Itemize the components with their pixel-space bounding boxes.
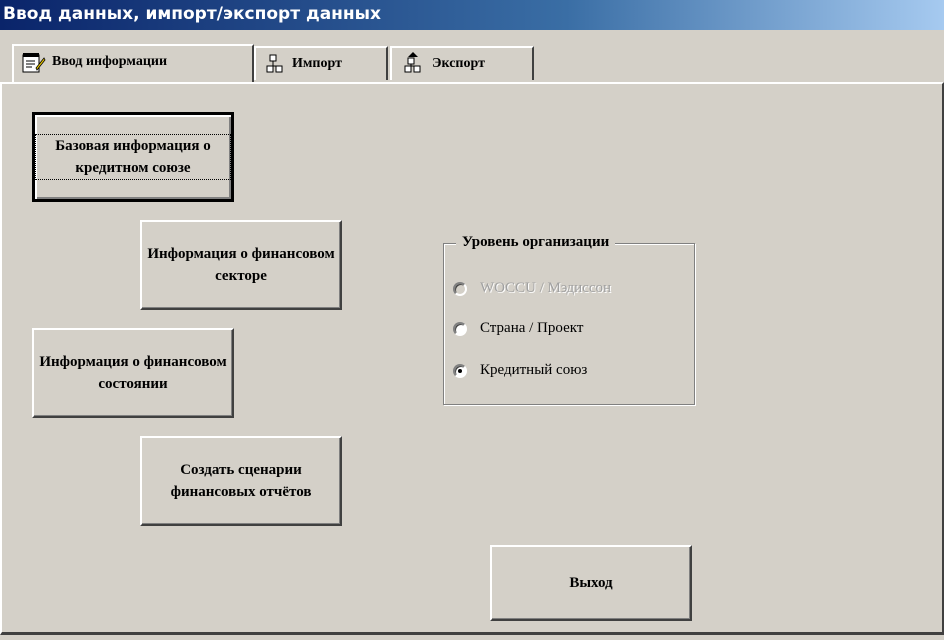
tab-export[interactable]: Экспорт <box>390 46 534 80</box>
radio-selected-dot <box>458 368 462 373</box>
tab-data-entry[interactable]: Ввод информации <box>12 44 254 82</box>
title-bar: Ввод данных, импорт/экспорт данных <box>0 0 944 30</box>
radio-credit-union[interactable]: Кредитный союз <box>453 362 587 379</box>
financial-state-button[interactable]: Информация о финансовом состоянии <box>32 328 234 418</box>
exit-button[interactable]: Выход <box>490 545 692 621</box>
app-window: Ввод данных, импорт/экспорт данных Ввод … <box>0 0 944 640</box>
tab-label: Экспорт <box>432 56 485 71</box>
org-level-title: Уровень организации <box>456 234 616 251</box>
export-icon <box>404 52 421 73</box>
tab-bar: Ввод информации Импорт Экспорт <box>0 30 944 82</box>
notepad-pencil-icon <box>22 53 46 73</box>
radio-woccu[interactable]: WOCCU / Мэдиссон <box>453 280 611 297</box>
radio-circle <box>453 281 467 296</box>
import-icon <box>266 54 283 73</box>
radio-country-project[interactable]: Страна / Проект <box>453 320 583 337</box>
financial-sector-button[interactable]: Информация о финансовом секторе <box>140 220 342 310</box>
tab-label: Ввод информации <box>52 54 168 69</box>
radio-circle <box>453 363 467 378</box>
create-scenarios-button[interactable]: Создать сценарии финансовых отчётов <box>140 436 342 526</box>
window-title: Ввод данных, импорт/экспорт данных <box>3 4 382 24</box>
tab-label: Импорт <box>292 56 342 71</box>
tab-import[interactable]: Импорт <box>254 46 388 80</box>
base-info-button[interactable]: Базовая информация о кредитном союзе <box>32 112 234 202</box>
radio-circle <box>453 321 467 336</box>
